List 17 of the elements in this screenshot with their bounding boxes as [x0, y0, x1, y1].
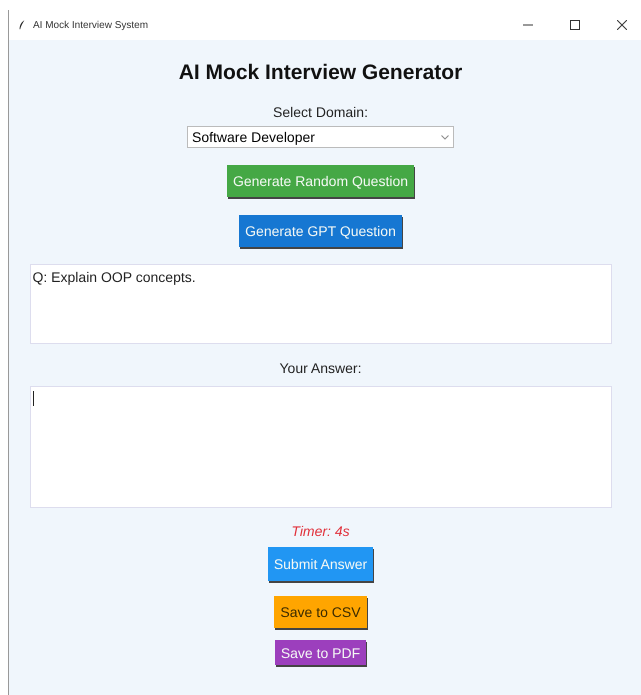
domain-dropdown[interactable]: Software Developer — [187, 126, 454, 148]
domain-label: Select Domain: — [273, 104, 368, 120]
button[interactable]: Generate GPT Question — [239, 215, 402, 247]
maximize-icon[interactable] — [570, 20, 580, 30]
chevron-down-icon — [441, 134, 449, 140]
button[interactable]: Save to CSV — [274, 596, 367, 628]
answer-field[interactable] — [30, 386, 612, 508]
feather-icon — [19, 19, 25, 31]
close-icon[interactable] — [617, 20, 627, 30]
answer-label: Your Answer: — [280, 360, 362, 376]
window-title: AI Mock Interview System — [33, 20, 148, 30]
button[interactable]: Submit Answer — [268, 547, 374, 581]
button[interactable]: Generate Random Question — [226, 165, 414, 197]
timer-text: Timer: 4s — [291, 523, 350, 539]
button[interactable]: Save to PDF — [274, 640, 366, 665]
question-box: Q: Explain OOP concepts. — [30, 264, 612, 344]
app-heading: AI Mock Interview Generator — [178, 61, 462, 85]
